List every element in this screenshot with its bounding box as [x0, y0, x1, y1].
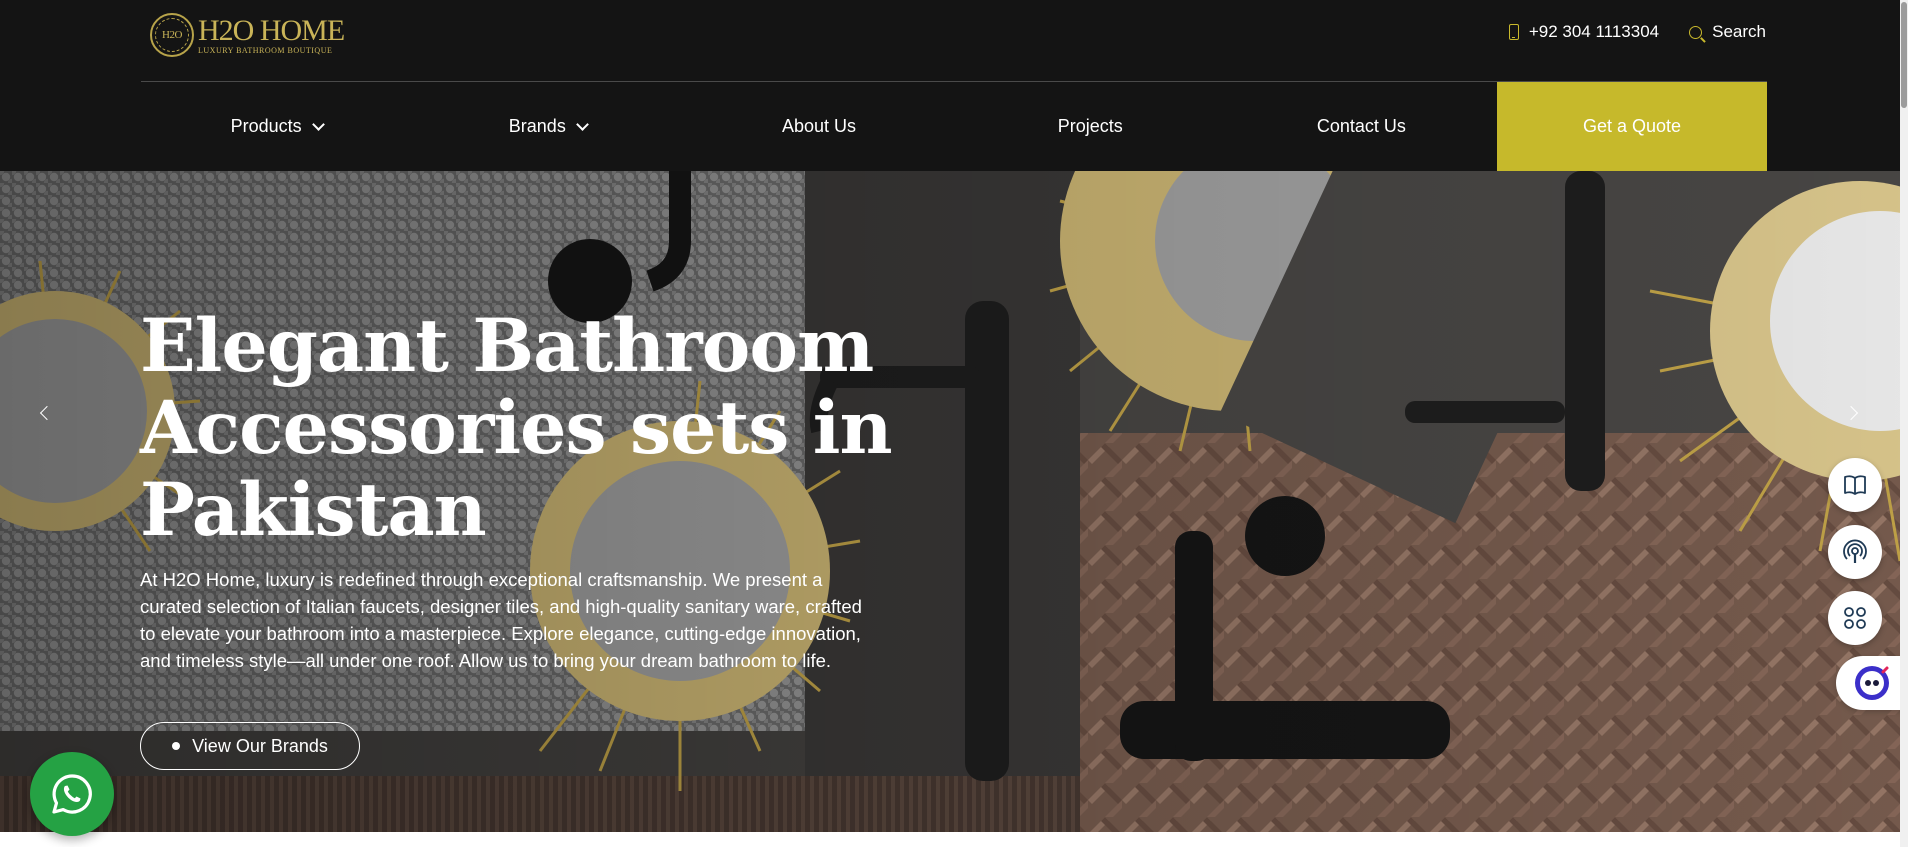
- nav-item-label: Brands: [508, 116, 566, 136]
- phone-icon: [1508, 24, 1519, 40]
- hero-title-line: Accessories sets in: [140, 385, 893, 471]
- chatbot-launcher[interactable]: [1836, 656, 1908, 710]
- podcast-button[interactable]: [1828, 525, 1882, 579]
- slider-prev-button[interactable]: [32, 398, 62, 428]
- site-header: H2O H2O HOME LUXURY BATHROOM BOUTIQUE +9…: [0, 0, 1908, 171]
- nav-item-products[interactable]: Products: [141, 82, 412, 171]
- podcast-icon: [1843, 539, 1867, 563]
- hero-slider: Elegant Bathroom Accessories sets in Pak…: [0, 171, 1908, 832]
- get-a-quote-button[interactable]: Get a Quote: [1497, 82, 1768, 171]
- nav-item-label: Products: [230, 116, 302, 136]
- logo-mark-text: H2O: [162, 29, 182, 41]
- search-icon: [1689, 25, 1703, 39]
- site-logo[interactable]: H2O H2O HOME LUXURY BATHROOM BOUTIQUE: [150, 12, 345, 58]
- logo-name: H2O HOME: [198, 13, 345, 47]
- slider-next-button[interactable]: [1836, 398, 1866, 428]
- whatsapp-icon: [52, 774, 92, 814]
- nav-item-contact-us[interactable]: Contact Us: [1226, 82, 1497, 171]
- nav-item-label: Contact Us: [1316, 116, 1406, 136]
- chat-bot-icon: [1855, 666, 1889, 700]
- nav-item-brands[interactable]: Brands: [412, 82, 683, 171]
- hero-title-line: Pakistan: [140, 467, 487, 553]
- search-button[interactable]: Search: [1689, 22, 1766, 42]
- hero-title-line: Elegant Bathroom: [140, 303, 874, 389]
- chevron-right-icon: [1843, 405, 1859, 421]
- book-icon: [1844, 475, 1866, 495]
- apps-grid-icon: [1844, 607, 1866, 629]
- hero-description: At H2O Home, luxury is redefined through…: [140, 569, 862, 671]
- logo-tagline: LUXURY BATHROOM BOUTIQUE: [198, 45, 333, 55]
- chevron-left-icon: [39, 405, 55, 421]
- phone-link[interactable]: +92 304 1113304: [1508, 22, 1660, 42]
- nav-item-about-us[interactable]: About Us: [683, 82, 954, 171]
- scrollbar-thumb[interactable]: [1901, 2, 1907, 108]
- logo-emblem: H2O: [150, 13, 194, 57]
- logo-wordmark: H2O HOME LUXURY BATHROOM BOUTIQUE: [198, 13, 345, 55]
- nav-item-label: Projects: [1057, 116, 1123, 136]
- header-utilities: +92 304 1113304 Search: [1508, 22, 1766, 42]
- view-our-brands-button[interactable]: View Our Brands: [140, 722, 360, 770]
- hero-title: Elegant Bathroom Accessories sets in Pak…: [140, 305, 920, 551]
- bullet-dot-icon: [172, 742, 181, 750]
- page-scrollbar[interactable]: [1900, 0, 1908, 847]
- whatsapp-chat-button[interactable]: [30, 752, 114, 836]
- main-nav: Products Brands About Us Projects Contac…: [141, 82, 1768, 171]
- chevron-down-icon: [575, 117, 589, 131]
- chevron-down-icon: [311, 117, 325, 131]
- nav-item-label: About Us: [781, 116, 857, 136]
- search-label: Search: [1712, 22, 1766, 41]
- nav-item-projects[interactable]: Projects: [955, 82, 1226, 171]
- phone-number: +92 304 1113304: [1528, 22, 1660, 41]
- catalog-button[interactable]: [1828, 458, 1882, 512]
- view-our-brands-label: View Our Brands: [192, 735, 328, 756]
- apps-button[interactable]: [1828, 591, 1882, 645]
